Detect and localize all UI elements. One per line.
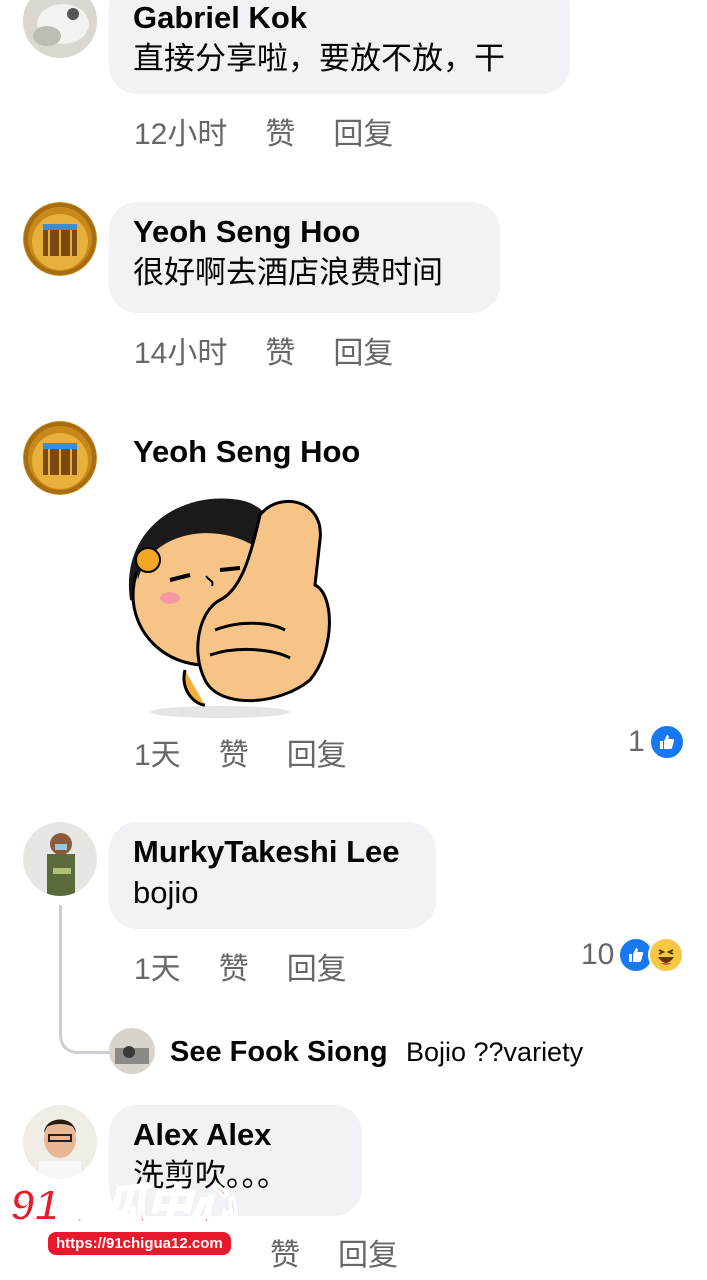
like-link[interactable]: 赞: [265, 109, 295, 153]
reply-link[interactable]: 回复: [333, 328, 393, 372]
comment-bubble: Gabriel Kok 直接分享啦，要放不放，干: [109, 0, 570, 94]
comment-author[interactable]: Yeoh Seng Hoo: [133, 432, 360, 472]
reaction-summary[interactable]: 10: [581, 937, 685, 973]
comment-author[interactable]: Yeoh Seng Hoo: [133, 212, 476, 252]
comment-meta: 12小时 赞 回复: [134, 109, 393, 153]
reply-link[interactable]: 回复: [338, 1230, 398, 1274]
reaction-count: 1: [628, 725, 645, 758]
reply-preview[interactable]: See Fook Siong Bojio ??variety: [170, 1032, 583, 1072]
watermark-url: https://91chigua12.com: [48, 1232, 231, 1255]
comment-time: 12小时: [134, 118, 228, 151]
reply-link[interactable]: 回复: [287, 730, 347, 774]
comment-bubble: MurkyTakeshi Lee bojio: [109, 822, 436, 929]
avatar-see-fook-siong[interactable]: [109, 1028, 155, 1074]
comment-time: 1天: [134, 739, 181, 772]
reply-author[interactable]: See Fook Siong: [170, 1036, 388, 1068]
comment-time: 1天: [134, 953, 181, 986]
comment-meta: 14小时 赞 回复: [134, 328, 393, 372]
reaction-count: 10: [581, 938, 615, 971]
avatar-gabriel-kok[interactable]: [23, 0, 97, 58]
avatar-alex-alex[interactable]: [23, 1105, 97, 1179]
comment-text: 直接分享啦，要放不放，干: [133, 41, 505, 76]
comment-text: 很好啊去酒店浪费时间: [133, 255, 443, 290]
comment-author[interactable]: Alex Alex: [133, 1115, 338, 1155]
comment-bubble: Yeoh Seng Hoo 很好啊去酒店浪费时间: [109, 202, 500, 313]
comment-author[interactable]: MurkyTakeshi Lee: [133, 832, 412, 872]
like-link[interactable]: 赞: [265, 328, 295, 372]
comment-text: bojio: [133, 875, 199, 910]
reply-link[interactable]: 回复: [287, 944, 347, 988]
reply-text: Bojio ??variety: [405, 1037, 584, 1067]
thread-connector-line: [59, 905, 110, 1054]
watermark-logo-text: 91吃瓜中心: [9, 1180, 236, 1231]
reply-link[interactable]: 回复: [333, 109, 393, 153]
watermark-logo: 91吃瓜中心 https://91chigua12.com: [9, 1180, 236, 1255]
haha-reaction-icon: [648, 937, 685, 973]
comment-meta: 1天 赞 回复: [134, 944, 347, 988]
avatar-murkytakeshi-lee[interactable]: [23, 822, 97, 896]
comment-meta: 赞 回复: [270, 1230, 398, 1274]
avatar-yeoh-seng-hoo[interactable]: [23, 202, 97, 276]
comment-time: 14小时: [134, 337, 228, 370]
like-link[interactable]: 赞: [219, 730, 249, 774]
like-reaction-icon: [648, 724, 685, 760]
comment-author[interactable]: Gabriel Kok: [133, 0, 546, 38]
like-link[interactable]: 赞: [219, 944, 249, 988]
thumbs-up-cartoon-sticker: [110, 490, 340, 725]
comment-meta: 1天 赞 回复: [134, 730, 347, 774]
like-link[interactable]: 赞: [270, 1230, 300, 1274]
reaction-summary[interactable]: 1: [628, 724, 685, 760]
avatar-yeoh-seng-hoo[interactable]: [23, 421, 97, 495]
